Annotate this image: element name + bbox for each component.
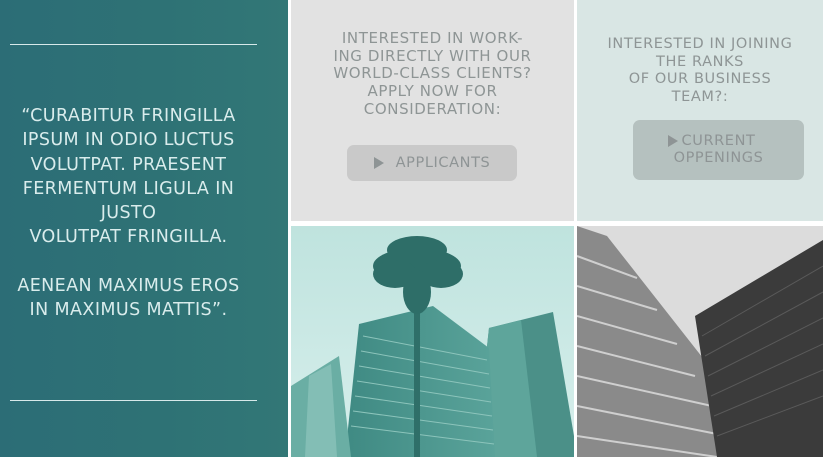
current-openings-button-label: CURRENT OPPENINGS bbox=[673, 133, 764, 166]
current-openings-button[interactable]: CURRENT OPPENINGS bbox=[633, 120, 804, 180]
quote-panel: “CURABITUR FRINGILLA IPSUM IN ODIO LUCTU… bbox=[0, 0, 288, 457]
applicants-card-text: INTERESTED IN WORK- ING DIRECTLY WITH OU… bbox=[333, 29, 532, 118]
office-tower-illustration bbox=[577, 226, 823, 457]
current-openings-card: INTERESTED IN JOINING THE RANKS OF OUR B… bbox=[577, 0, 823, 221]
play-icon bbox=[668, 135, 678, 147]
quote-bottom-divider bbox=[10, 400, 257, 401]
office-tower-photo bbox=[577, 226, 823, 457]
palm-building-illustration bbox=[291, 226, 574, 457]
palm-tree-building-photo bbox=[291, 226, 574, 457]
quote-top-divider bbox=[10, 44, 257, 45]
play-icon bbox=[373, 157, 384, 169]
applicants-button-label: APPLICANTS bbox=[395, 154, 491, 171]
applicants-card: INTERESTED IN WORK- ING DIRECTLY WITH OU… bbox=[291, 0, 574, 221]
applicants-button[interactable]: APPLICANTS bbox=[347, 145, 517, 181]
quote-text: “CURABITUR FRINGILLA IPSUM IN ODIO LUCTU… bbox=[17, 106, 240, 321]
current-openings-card-text: INTERESTED IN JOINING THE RANKS OF OUR B… bbox=[607, 36, 793, 106]
